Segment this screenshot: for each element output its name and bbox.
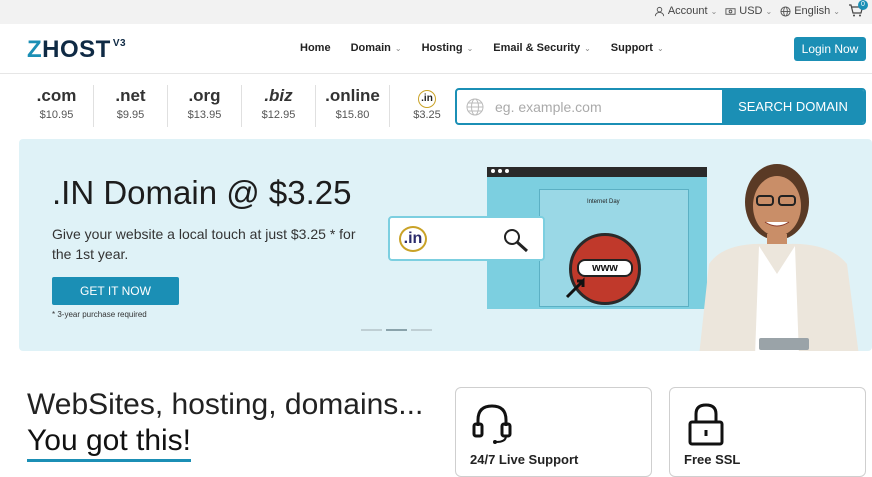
currency-label: USD [739,5,763,17]
carousel-indicators [361,329,432,331]
mini-search-illustration: .in [388,216,545,261]
chevron-down-icon: ⌄ [466,43,474,53]
account-menu[interactable]: Account ⌄ [654,5,717,17]
search-domain-button[interactable]: SEARCH DOMAIN [722,90,864,123]
language-menu[interactable]: English ⌄ [780,5,840,17]
cart-count-badge: 0 [858,0,868,10]
tld-price: $13.95 [187,109,222,121]
logo[interactable]: Z HOST V3 [27,36,126,64]
tld-price: $3.25 [413,109,441,121]
feature-card-ssl[interactable]: Free SSL [669,387,866,477]
tagline-heading: WebSites, hosting, domains... [27,388,424,421]
tld-biz[interactable]: .biz $12.95 [242,85,316,127]
menu-item-domain[interactable]: Domain ⌄ [351,42,402,54]
headset-icon [472,404,512,444]
tld-name: .com [36,86,77,105]
top-utility-bar: Account ⌄ USD ⌄ English ⌄ 0 [0,0,872,24]
cursor-arrow-icon [565,277,585,299]
tld-name: .in [418,90,436,108]
tld-name: .online [325,86,380,105]
globe-icon [466,98,484,115]
logo-version: V3 [112,38,127,49]
hero-banner: .IN Domain @ $3.25 Give your website a l… [19,139,872,351]
tld-online[interactable]: .online $15.80 [316,85,390,127]
browser-bar [487,167,707,177]
feature-label: 24/7 Live Support [470,452,579,467]
main-menu: Home Domain ⌄ Hosting ⌄ Email & Security ⌄ … [300,42,664,54]
tld-org[interactable]: .org $13.95 [168,85,242,127]
chevron-down-icon: ⌄ [710,6,718,16]
get-it-now-button[interactable]: GET IT NOW [52,277,179,305]
domain-search-input[interactable] [495,98,705,115]
currency-menu[interactable]: USD ⌄ [725,5,772,17]
feature-label: Free SSL [684,452,741,467]
chevron-down-icon: ⌄ [765,6,773,16]
magnifier-icon [504,229,529,253]
tld-price: $10.95 [39,109,74,121]
tld-price: $9.95 [116,109,145,121]
tld-price: $12.95 [261,109,296,121]
money-icon [725,7,736,15]
feature-card-support[interactable]: 24/7 Live Support [455,387,652,477]
tld-name: .biz [264,86,293,105]
tld-price: $15.80 [335,109,370,121]
logo-text: HOST [42,36,111,63]
user-icon [654,6,664,16]
cart-button[interactable]: 0 [848,0,868,18]
chevron-down-icon: ⌄ [656,43,664,53]
menu-label: Support [610,42,653,54]
in-domain-badge: .in [399,226,427,252]
carousel-dot[interactable] [411,329,432,331]
account-label: Account [667,5,708,17]
internet-day-label: Internet Day [587,199,620,205]
login-button[interactable]: Login Now [794,37,866,61]
topbar-items: Account ⌄ USD ⌄ English ⌄ 0 [654,0,868,18]
hero-title: .IN Domain @ $3.25 [52,174,352,211]
menu-item-email-security[interactable]: Email & Security ⌄ [493,42,591,54]
search-field-wrap [457,90,722,123]
logo-z: Z [27,36,43,63]
menu-label: Email & Security [493,42,581,54]
language-label: English [794,5,831,17]
woman-photo [699,164,859,351]
menu-item-hosting[interactable]: Hosting ⌄ [422,42,474,54]
tld-net[interactable]: .net $9.95 [94,85,168,127]
carousel-dot-active[interactable] [386,329,407,331]
menu-item-support[interactable]: Support ⌄ [611,42,664,54]
menu-label: Domain [350,42,391,54]
tld-in[interactable]: .in $3.25 [390,85,464,127]
www-label: www [577,259,633,277]
tld-name: .net [115,86,146,105]
menu-label: Home [300,42,331,54]
carousel-dot[interactable] [361,329,382,331]
tagline-subheading: You got this! [27,423,192,462]
chevron-down-icon: ⌄ [394,43,402,53]
hero-subtitle: Give your website a local touch at just … [52,226,356,262]
chevron-down-icon: ⌄ [833,6,840,16]
menu-label: Hosting [421,42,463,54]
tld-com[interactable]: .com $10.95 [20,85,94,127]
tld-name: .org [188,86,221,105]
lock-icon [688,403,724,446]
menu-item-home[interactable]: Home [300,42,331,54]
chevron-down-icon: ⌄ [584,43,591,53]
hero-footnote: * 3-year purchase required [52,310,147,319]
globe-icon [780,5,791,17]
domain-search-box: SEARCH DOMAIN [455,88,866,125]
tld-price-strip: .com $10.95 .net $9.95 .org $13.95 .biz … [20,85,464,127]
main-nav: Z HOST V3 Home Domain ⌄ Hosting ⌄ Email & … [0,24,872,74]
